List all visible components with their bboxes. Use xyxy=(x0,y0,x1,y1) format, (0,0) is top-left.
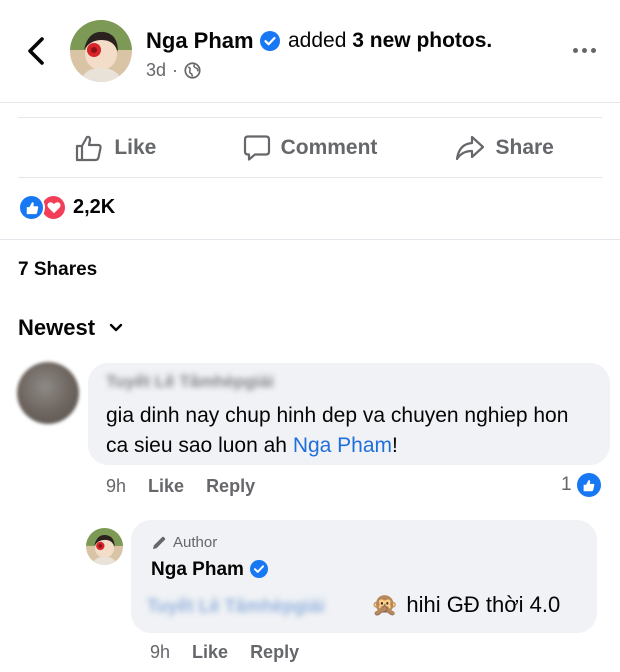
comment-like-count[interactable]: 1 xyxy=(561,473,601,497)
reply-author-avatar[interactable] xyxy=(86,528,123,565)
commenter-name[interactable]: Tuyết Lê Tâmhèpgiải xyxy=(106,372,274,392)
comment-mention[interactable]: Nga Pham xyxy=(293,434,392,457)
like-reaction-icon xyxy=(576,473,601,497)
reply-bubble: Author Nga Pham Tuyết Lê Tâmhèpgiải 🙊 hi… xyxy=(131,520,597,633)
action-prefix: added xyxy=(288,29,347,52)
comment-button[interactable]: Comment xyxy=(213,118,408,177)
reply-mention[interactable]: Tuyết Lê Tâmhèpgiải xyxy=(147,596,325,617)
reply-like-link[interactable]: Like xyxy=(192,642,228,663)
author-name-text[interactable]: Nga Pham xyxy=(146,28,254,53)
shares-count[interactable]: 7 Shares xyxy=(18,259,97,281)
comment-bubble-icon xyxy=(243,134,270,161)
monkey-emoji-icon: 🙊 xyxy=(371,592,399,617)
author-name[interactable]: Nga Pham xyxy=(146,28,280,54)
reaction-count: 2,2K xyxy=(73,196,116,218)
chevron-left-icon xyxy=(28,37,44,65)
comment-label: Comment xyxy=(280,135,378,159)
author-avatar[interactable] xyxy=(70,20,132,82)
more-dot-icon xyxy=(590,47,596,53)
post-action-bar: Like Comment Share xyxy=(18,117,602,178)
more-dot-icon xyxy=(572,47,578,53)
reply-actions: 9h Like Reply xyxy=(150,642,299,663)
comment-actions: 9h Like Reply xyxy=(106,476,255,497)
post-header: Nga Pham added 3 new photos. 3d · xyxy=(0,0,620,103)
reply-author-text[interactable]: Nga Pham xyxy=(151,559,244,580)
more-options-button[interactable] xyxy=(566,40,602,60)
like-label: Like xyxy=(114,135,157,159)
comment-text: gia dinh nay chup hinh dep va chuyen ngh… xyxy=(106,401,576,461)
thumbs-up-icon xyxy=(76,135,102,161)
more-dot-icon xyxy=(581,47,587,53)
comment-suffix: ! xyxy=(392,434,398,457)
author-badge-label: Author xyxy=(173,534,218,551)
like-button[interactable]: Like xyxy=(18,118,213,177)
reply-time[interactable]: 9h xyxy=(150,642,170,663)
comment-bubble: Tuyết Lê Tâmhèpgiải gia dinh nay chup hi… xyxy=(88,363,610,465)
like-reaction-icon xyxy=(18,194,45,221)
comment-like-number: 1 xyxy=(561,474,572,495)
chevron-down-icon xyxy=(109,323,123,332)
globe-icon xyxy=(184,62,201,79)
reply-body: hihi GĐ thời 4.0 xyxy=(406,592,561,617)
action-bold: 3 new photos. xyxy=(352,29,493,52)
meta-separator: · xyxy=(172,60,179,80)
reply-author-name[interactable]: Nga Pham xyxy=(151,559,268,581)
post-meta: 3d · xyxy=(146,60,201,81)
comment-reply-link[interactable]: Reply xyxy=(206,476,255,497)
share-button[interactable]: Share xyxy=(407,118,602,177)
back-button[interactable] xyxy=(22,34,50,68)
verified-badge-icon xyxy=(249,560,268,578)
comment-time[interactable]: 9h xyxy=(106,476,126,497)
pencil-icon xyxy=(153,536,166,549)
comment-like-link[interactable]: Like xyxy=(148,476,184,497)
comment-sort-dropdown[interactable]: Newest xyxy=(18,315,123,341)
share-arrow-icon xyxy=(456,135,485,160)
verified-badge-icon xyxy=(259,31,280,51)
reactions-summary[interactable]: 2,2K xyxy=(18,194,115,221)
divider xyxy=(0,239,620,240)
post-time[interactable]: 3d xyxy=(146,60,166,81)
share-label: Share xyxy=(495,135,554,159)
sort-label: Newest xyxy=(18,315,96,340)
reply-reply-link[interactable]: Reply xyxy=(250,642,299,663)
author-badge: Author xyxy=(151,534,217,551)
reply-text: 🙊 hihi GĐ thời 4.0 xyxy=(371,592,560,618)
commenter-avatar[interactable] xyxy=(17,362,79,424)
post-action-text: added 3 new photos. xyxy=(288,29,492,53)
